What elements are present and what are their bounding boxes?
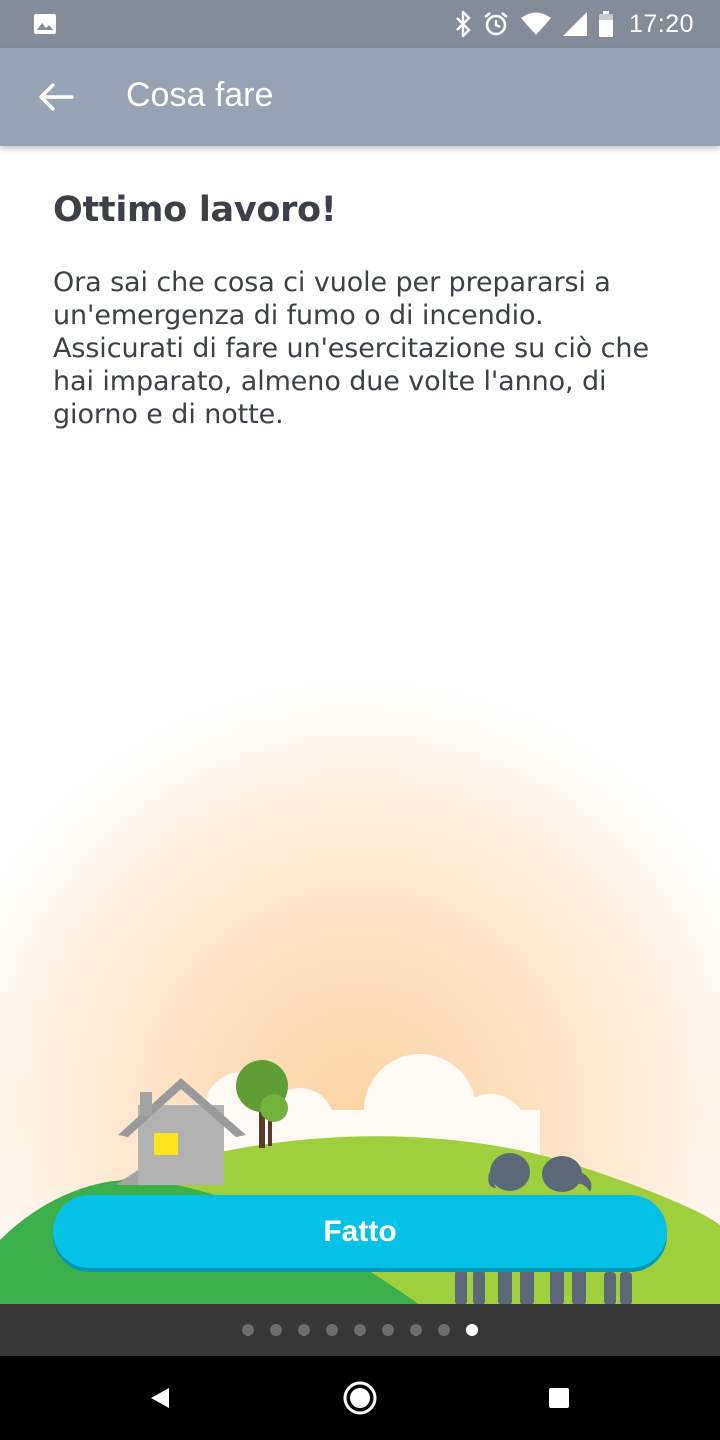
alarm-icon [484, 11, 508, 36]
page-dot [438, 1324, 450, 1336]
cell-signal-icon [562, 12, 587, 36]
heading: Ottimo lavoro! [53, 190, 337, 230]
content: Ottimo lavoro! Ora sai che cosa ci vuole… [53, 190, 673, 431]
clock-time: 17:20 [628, 9, 694, 38]
page-dot [466, 1324, 478, 1336]
app-bar: Cosa fare [0, 48, 720, 146]
page-indicator [0, 1304, 720, 1356]
bluetooth-icon [456, 11, 471, 37]
page-dot [270, 1324, 282, 1336]
wifi-icon [520, 12, 551, 35]
body-text: Ora sai che cosa ci vuole per prepararsi… [53, 267, 649, 430]
status-icons: 17:20 [455, 0, 694, 48]
nav-home-button[interactable] [330, 1368, 390, 1428]
page-dot [382, 1324, 394, 1336]
home-circle-icon [343, 1381, 377, 1415]
page-dot [410, 1324, 422, 1336]
nav-back-button[interactable] [130, 1368, 190, 1428]
back-button[interactable] [24, 70, 88, 124]
page-dot [354, 1324, 366, 1336]
navigation-bar [0, 1356, 720, 1440]
recents-square-icon [549, 1388, 569, 1408]
status-bar: 17:20 [0, 0, 720, 48]
done-button-label: Fatto [323, 1214, 397, 1248]
nav-recents-button[interactable] [529, 1368, 589, 1428]
page-dot [242, 1324, 254, 1336]
page-dot [298, 1324, 310, 1336]
arrow-left-icon [39, 83, 74, 111]
battery-icon [598, 11, 613, 37]
done-button[interactable]: Fatto [53, 1195, 667, 1268]
page-dot [326, 1324, 338, 1336]
page-title: Cosa fare [126, 76, 274, 114]
back-triangle-icon [151, 1388, 169, 1408]
gallery-icon [34, 14, 56, 34]
